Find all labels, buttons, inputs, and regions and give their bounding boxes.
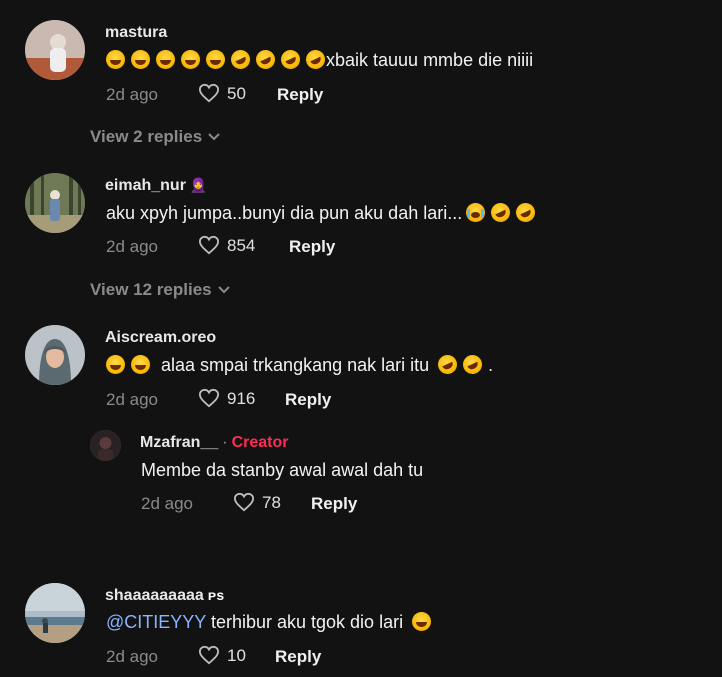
avatar[interactable]	[90, 430, 121, 461]
username[interactable]: eimah_nur 🧕	[105, 177, 207, 195]
username[interactable]: Aiscream.oreo	[105, 329, 216, 347]
laughing-emoji-icon	[206, 50, 225, 69]
rofl-emoji-icon	[460, 351, 486, 378]
reply-button[interactable]: Reply	[277, 85, 323, 105]
view-replies-button[interactable]: View 12 replies	[90, 280, 232, 300]
avatar[interactable]	[25, 173, 85, 233]
avatar[interactable]	[25, 583, 85, 643]
timestamp: 2d ago	[141, 494, 193, 513]
like-count: 854	[227, 236, 256, 255]
rofl-emoji-icon	[435, 351, 461, 378]
reply-button[interactable]: Reply	[285, 390, 331, 410]
laughing-emoji-icon	[106, 50, 125, 69]
rofl-emoji-icon	[513, 199, 539, 226]
comment-text: Membe da stanby awal awal dah tu	[141, 460, 424, 480]
avatar[interactable]	[25, 20, 85, 80]
laughing-emoji-icon	[131, 50, 150, 69]
timestamp: 2d ago	[106, 647, 158, 666]
chevron-down-icon	[217, 286, 230, 294]
heart-icon[interactable]	[198, 388, 220, 408]
avatar[interactable]	[25, 325, 85, 385]
heart-icon[interactable]	[198, 83, 220, 103]
username[interactable]: shaaaaaaaaa ᴘs	[105, 587, 224, 605]
chevron-down-icon	[208, 133, 220, 141]
timestamp: 2d ago	[106, 390, 158, 409]
view-replies-button[interactable]: View 2 replies	[90, 127, 222, 147]
reply-button[interactable]: Reply	[289, 237, 335, 257]
badge: 🧕	[189, 177, 208, 193]
laughing-emoji-icon	[131, 355, 150, 374]
reply-button[interactable]: Reply	[275, 647, 321, 667]
like-count: 78	[262, 493, 281, 512]
creator-badge: Creator	[231, 434, 289, 451]
comment-text: @CITIEYYY terhibur aku tgok dio lari	[106, 612, 437, 633]
rofl-emoji-icon	[227, 46, 254, 73]
like-count: 916	[227, 389, 256, 408]
sob-emoji-icon	[466, 203, 486, 222]
username[interactable]: Mzafran__ · Creator	[140, 434, 288, 452]
laughing-emoji-icon	[156, 50, 175, 69]
laughing-emoji-icon	[412, 612, 432, 631]
username[interactable]: mastura	[105, 24, 167, 42]
reply-button[interactable]: Reply	[311, 494, 357, 514]
heart-icon[interactable]	[198, 645, 220, 665]
like-count: 10	[227, 646, 246, 665]
timestamp: 2d ago	[106, 85, 158, 104]
laughing-emoji-icon	[106, 355, 125, 374]
badge: ᴘs	[207, 587, 225, 603]
heart-icon[interactable]	[198, 235, 220, 255]
comment-text: alaa smpai trkangkang nak lari itu .	[106, 351, 493, 378]
rofl-emoji-icon	[302, 46, 329, 73]
rofl-emoji-icon	[488, 199, 514, 226]
rofl-emoji-icon	[277, 46, 304, 73]
like-count: 50	[227, 84, 246, 103]
heart-icon[interactable]	[233, 492, 255, 512]
comment-text: aku xpyh jumpa..bunyi dia pun aku dah la…	[106, 199, 541, 226]
timestamp: 2d ago	[106, 237, 158, 256]
rofl-emoji-icon	[252, 46, 279, 73]
mention-link[interactable]: @CITIEYYY	[106, 612, 206, 632]
comment-text: xbaik tauuu mmbe die niiii	[106, 46, 533, 73]
laughing-emoji-icon	[181, 50, 200, 69]
